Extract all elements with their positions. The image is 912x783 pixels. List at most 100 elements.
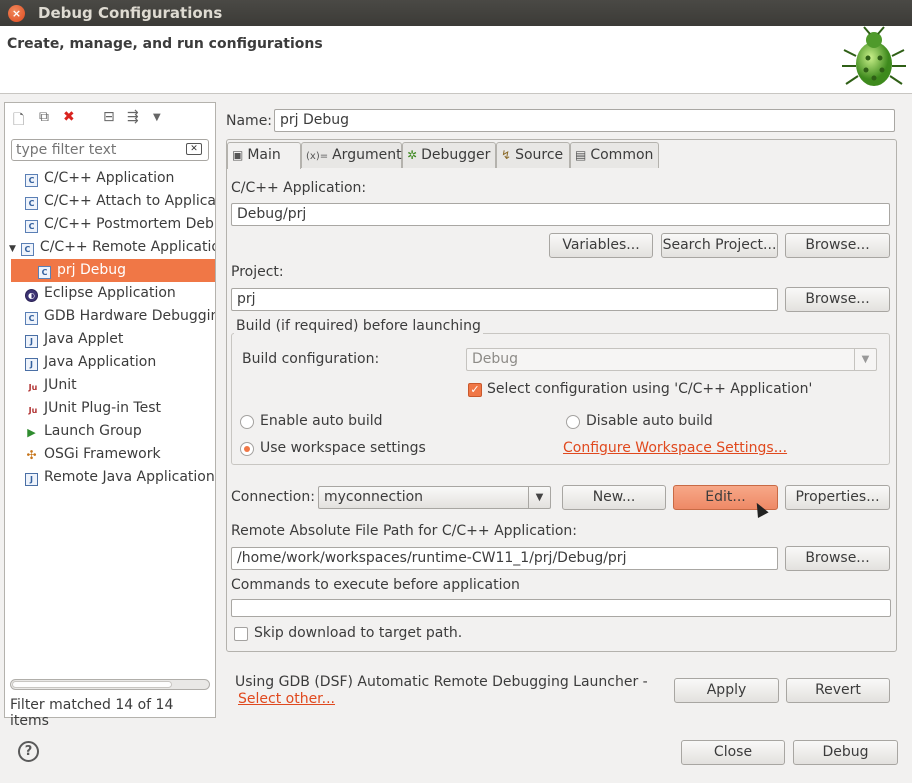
remote-java-icon: J (25, 473, 38, 486)
close-window-button[interactable]: × (8, 5, 25, 22)
osgi-icon: ✣ (26, 448, 37, 462)
disable-auto-build-radio[interactable] (566, 415, 580, 429)
debug-button[interactable]: Debug (793, 740, 898, 765)
configure-workspace-link[interactable]: Configure Workspace Settings... (563, 440, 787, 456)
tab-common[interactable]: ▤ Common (570, 142, 659, 168)
horizontal-scrollbar[interactable] (10, 679, 210, 690)
select-config-label: Select configuration using 'C/C++ Applic… (487, 381, 813, 397)
commands-label: Commands to execute before application (231, 577, 520, 593)
filter-field[interactable]: ✕ (11, 139, 209, 161)
project-label: Project: (231, 264, 284, 280)
browse-project-button[interactable]: Browse... (785, 287, 890, 312)
clear-filter-icon[interactable]: ✕ (186, 143, 202, 155)
dialog-heading: Create, manage, and run configurations (7, 36, 323, 52)
launch-config-panel: 🗋 ⧉ ✖ ⊟ ⇶ ▼ ✕ CC/C++ Application CC/C++ … (4, 102, 216, 729)
tree-item-c-remote[interactable]: ▼ C C/C++ Remote Application (9, 236, 215, 259)
tree-item-junit[interactable]: Ju JUnit (25, 374, 215, 397)
c-config-icon: C (25, 197, 38, 210)
build-config-select: Debug ▼ (466, 348, 877, 371)
enable-auto-build-radio[interactable] (240, 415, 254, 429)
search-project-button[interactable]: Search Project... (661, 233, 778, 258)
junit-icon: Ju (28, 383, 38, 392)
tree-item-launch-group[interactable]: ▶ Launch Group (25, 420, 215, 443)
enable-auto-build-label: Enable auto build (260, 413, 383, 429)
revert-button[interactable]: Revert (786, 678, 890, 703)
properties-button[interactable]: Properties... (785, 485, 890, 510)
expand-arrow-icon[interactable]: ▼ (9, 244, 16, 254)
java-icon: J (25, 335, 38, 348)
use-workspace-label: Use workspace settings (260, 440, 426, 456)
commands-input[interactable] (231, 599, 891, 617)
scrollbar-thumb[interactable] (12, 681, 172, 688)
select-other-link[interactable]: Select other... (238, 691, 335, 707)
tab-arguments[interactable]: (x)= Arguments (301, 142, 409, 168)
junit-icon: Ju (28, 406, 38, 415)
duplicate-config-icon[interactable]: ⧉ (39, 109, 49, 125)
tree-item-c-postmortem[interactable]: CC/C++ Postmortem Debugger (25, 213, 215, 236)
tree-item-java-application[interactable]: J Java Application (25, 351, 215, 374)
tab-main[interactable]: ▣ Main (227, 142, 301, 169)
tree-item-eclipse-application[interactable]: ◐ Eclipse Application (25, 282, 215, 305)
java-icon: J (25, 358, 38, 371)
common-tab-icon: ▤ (575, 148, 587, 162)
apply-button[interactable]: Apply (674, 678, 779, 703)
new-connection-button[interactable]: New... (562, 485, 666, 510)
use-workspace-radio[interactable] (240, 442, 254, 456)
skip-download-checkbox[interactable] (234, 627, 248, 641)
tree-item-remote-java[interactable]: J Remote Java Application (25, 466, 215, 489)
project-input[interactable]: prj (231, 288, 778, 311)
main-tab-icon: ▣ (232, 148, 244, 162)
dialog-header: Create, manage, and run configurations (0, 26, 912, 94)
c-config-icon: C (25, 312, 38, 325)
connection-value: myconnection (324, 489, 424, 505)
build-group-title: Build (if required) before launching (234, 318, 483, 334)
collapse-all-icon[interactable]: ⊟ (103, 109, 115, 125)
name-label: Name: (226, 113, 273, 129)
app-label: C/C++ Application: (231, 180, 367, 196)
eclipse-icon: ◐ (25, 289, 38, 302)
chevron-down-icon: ▼ (854, 349, 876, 370)
connection-label: Connection: (231, 489, 315, 505)
filter-input[interactable] (12, 140, 182, 160)
tree-item-c-attach[interactable]: CC/C++ Attach to Application (25, 190, 215, 213)
disable-auto-build-label: Disable auto build (586, 413, 713, 429)
c-config-icon: C (38, 266, 51, 279)
title-bar: × Debug Configurations (0, 0, 912, 26)
arguments-tab-icon: (x)= (306, 151, 329, 162)
play-icon: ▶ (27, 426, 36, 439)
c-config-icon: C (25, 220, 38, 233)
variables-button[interactable]: Variables... (549, 233, 653, 258)
tree-item-java-applet[interactable]: J Java Applet (25, 328, 215, 351)
connection-select[interactable]: myconnection ▼ (318, 486, 551, 509)
select-config-checkbox[interactable]: ✓ (468, 383, 482, 397)
tree-item-prj-debug[interactable]: Cprj Debug (11, 259, 215, 282)
browse-remote-button[interactable]: Browse... (785, 546, 890, 571)
debug-bug-icon (842, 26, 906, 86)
chevron-down-icon[interactable]: ▼ (528, 487, 550, 508)
name-input[interactable]: prj Debug (274, 109, 895, 132)
app-input[interactable]: Debug/prj (231, 203, 890, 226)
tree-item-osgi[interactable]: ✣ OSGi Framework (25, 443, 215, 466)
filter-configs-icon[interactable]: ⇶ (127, 109, 139, 125)
c-config-icon: C (25, 174, 38, 187)
close-button[interactable]: Close (681, 740, 785, 765)
tree-item-junit-plugin[interactable]: Ju JUnit Plug-in Test (25, 397, 215, 420)
tab-debugger[interactable]: ✲ Debugger (402, 142, 496, 168)
tab-source[interactable]: ↯ Source (496, 142, 570, 168)
browse-app-button[interactable]: Browse... (785, 233, 890, 258)
filter-status: Filter matched 14 of 14 items (10, 697, 174, 729)
delete-config-icon[interactable]: ✖ (63, 109, 75, 125)
remote-path-label: Remote Absolute File Path for C/C++ Appl… (231, 523, 578, 539)
help-icon[interactable]: ? (18, 741, 39, 762)
tree-item-c-application[interactable]: C C/C++ Application (25, 167, 215, 190)
c-config-icon: C (20, 243, 34, 256)
remote-path-input[interactable]: /home/work/workspaces/runtime-CW11_1/prj… (231, 547, 778, 570)
tree-item-gdb-hardware[interactable]: C GDB Hardware Debugging (25, 305, 215, 328)
debugger-tab-icon: ✲ (407, 148, 418, 162)
skip-download-label: Skip download to target path. (254, 625, 463, 641)
launcher-text: Using GDB (DSF) Automatic Remote Debuggi… (235, 674, 648, 690)
window-title: Debug Configurations (38, 4, 223, 22)
view-menu-icon[interactable]: ▼ (153, 112, 161, 123)
new-config-icon[interactable]: 🗋 (13, 109, 24, 133)
build-config-label: Build configuration: (242, 351, 380, 367)
